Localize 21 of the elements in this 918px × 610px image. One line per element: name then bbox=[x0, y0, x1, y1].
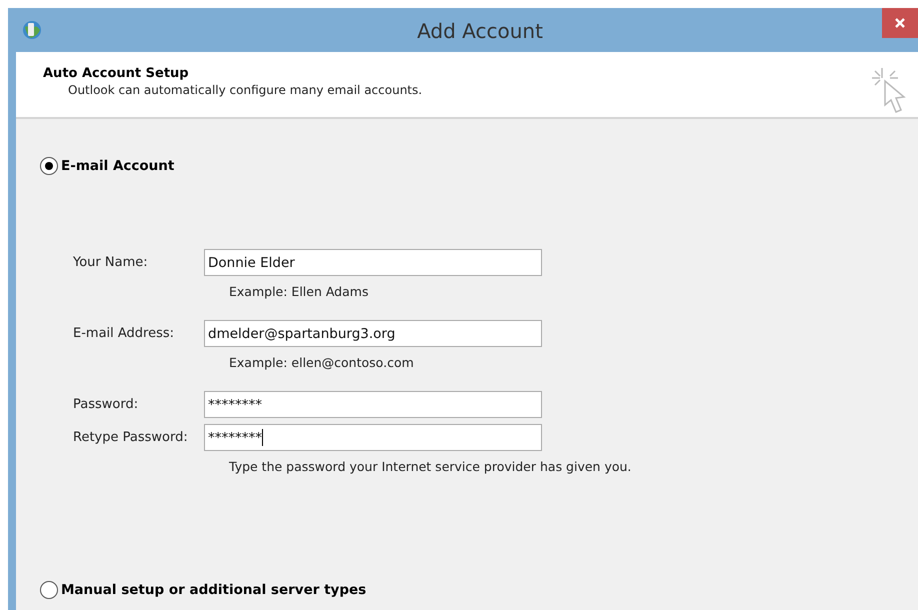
option-label: E-mail Account bbox=[61, 158, 174, 174]
field-label: Retype Password: bbox=[73, 430, 189, 445]
field-label: E-mail Address: bbox=[73, 326, 176, 341]
close-button[interactable] bbox=[882, 8, 918, 38]
radio-button[interactable] bbox=[40, 157, 58, 175]
radio-button[interactable] bbox=[40, 581, 58, 599]
globe-icon bbox=[22, 19, 42, 41]
input-field[interactable]: ******** bbox=[204, 424, 542, 451]
input-field[interactable]: dmelder@spartanburg3.org bbox=[204, 320, 542, 347]
close-icon bbox=[894, 17, 906, 29]
header-subtitle: Outlook can automatically configure many email accounts. bbox=[67, 83, 424, 97]
field-hint: Example: Ellen Adams bbox=[229, 284, 370, 299]
option-label: Manual setup or additional server types bbox=[61, 582, 366, 598]
field-label: Password: bbox=[73, 397, 140, 412]
input-field[interactable]: ******** bbox=[204, 391, 542, 418]
field-hint: Example: ellen@contoso.com bbox=[229, 355, 415, 370]
field-hint: Type the password your Internet service provider has given you. bbox=[229, 459, 632, 474]
input-field[interactable]: Donnie Elder bbox=[204, 249, 542, 276]
field-label: Your Name: bbox=[73, 255, 149, 270]
window-title: Add Account bbox=[416, 19, 544, 43]
header-title: Auto Account Setup bbox=[43, 66, 190, 81]
